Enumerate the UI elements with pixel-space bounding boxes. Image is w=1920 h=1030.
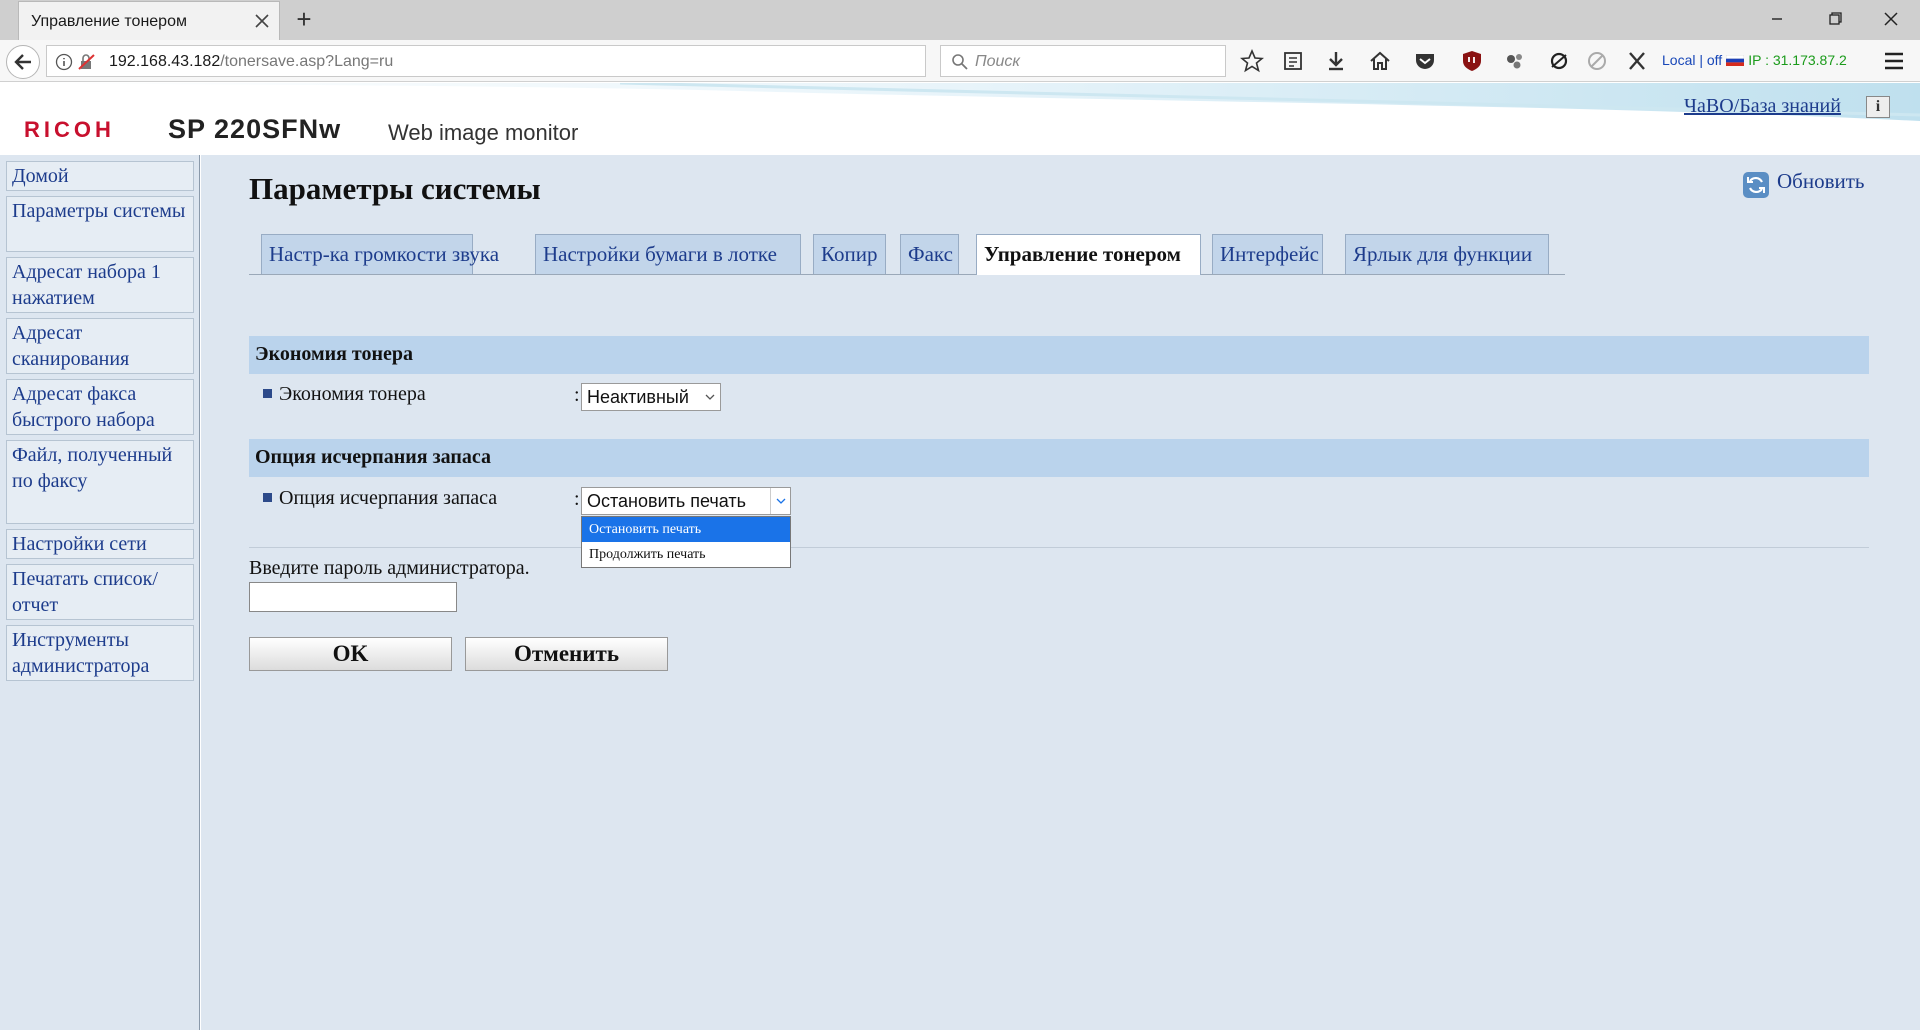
field-label-toner-save: Экономия тонера xyxy=(279,383,426,405)
ip-address: IP : 31.173.87.2 xyxy=(1748,52,1847,68)
close-tab-icon[interactable] xyxy=(251,10,273,32)
info-badge[interactable]: i xyxy=(1866,96,1890,118)
russia-flag-icon xyxy=(1726,55,1745,66)
restore-window-icon[interactable] xyxy=(1820,6,1850,32)
sync-extension-icon[interactable] xyxy=(1547,49,1571,73)
near-end-option-value: Остановить печать xyxy=(587,491,747,511)
chevron-down-icon[interactable] xyxy=(770,488,790,514)
field-colon: : xyxy=(574,488,580,510)
sidebar-item-system-settings[interactable]: Параметры системы xyxy=(6,196,194,252)
home-icon[interactable] xyxy=(1368,49,1392,73)
refresh-icon xyxy=(1743,172,1769,198)
sidebar-item-speed-dial-fax[interactable]: Адресат факса быстрого набора xyxy=(6,379,194,435)
url-text: 192.168.43.182/tonersave.asp?Lang=ru xyxy=(109,53,393,71)
field-colon: : xyxy=(574,384,580,406)
close-window-icon[interactable] xyxy=(1876,6,1906,32)
pocket-icon[interactable] xyxy=(1413,49,1437,73)
password-label: Введите пароль администратора. xyxy=(249,557,530,579)
x-extension-icon[interactable] xyxy=(1625,49,1649,73)
browser-tab-strip: Управление тонером + xyxy=(0,0,1920,40)
ip-local-status: Local | off xyxy=(1662,52,1723,68)
minimize-window-icon[interactable] xyxy=(1762,6,1792,32)
blocked-extension-icon[interactable] xyxy=(1585,49,1609,73)
bookmark-star-icon[interactable] xyxy=(1240,49,1264,73)
tab-tray-paper[interactable]: Настройки бумаги в лотке xyxy=(535,234,801,274)
field-row-near-end-option: Опция исчерпания запаса xyxy=(263,487,497,510)
tab-function-shortcut[interactable]: Ярлык для функции xyxy=(1345,234,1549,274)
extension-molecule-icon[interactable] xyxy=(1503,49,1527,73)
back-arrow-icon[interactable] xyxy=(6,45,40,79)
tab-copier[interactable]: Копир xyxy=(813,234,886,274)
url-path: /tonersave.asp?Lang=ru xyxy=(220,53,394,70)
page-header: RICOH SP 220SFNw Web image monitor ЧаВО/… xyxy=(0,83,1920,155)
section-header-near-end-option: Опция исчерпания запаса xyxy=(249,439,1869,477)
new-tab-button[interactable]: + xyxy=(290,6,318,34)
tab-toner-management[interactable]: Управление тонером xyxy=(976,234,1201,275)
search-input[interactable]: Поиск xyxy=(940,45,1226,77)
search-icon xyxy=(951,53,969,71)
tab-fax[interactable]: Факс xyxy=(900,234,959,274)
faq-link[interactable]: ЧаВО/База знаний xyxy=(1684,95,1841,118)
tab-sound-volume[interactable]: Настр-ка громкости звука xyxy=(261,234,499,274)
refresh-label: Обновить xyxy=(1777,169,1865,193)
field-row-toner-save: Экономия тонера xyxy=(263,383,426,406)
browser-toolbar: 192.168.43.182/tonersave.asp?Lang=ru Пои… xyxy=(0,40,1920,82)
ublock-icon[interactable] xyxy=(1460,49,1484,73)
section-header-toner-save: Экономия тонера xyxy=(249,336,1869,374)
page-title: Параметры системы xyxy=(249,171,541,206)
sidebar-item-network-settings[interactable]: Настройки сети xyxy=(6,529,194,559)
model-name: SP 220SFNw xyxy=(168,114,342,144)
browser-tab[interactable]: Управление тонером xyxy=(18,1,280,40)
address-bar[interactable]: 192.168.43.182/tonersave.asp?Lang=ru xyxy=(46,45,961,77)
near-end-option-select[interactable]: Остановить печать xyxy=(581,487,791,515)
insecure-connection-icon[interactable] xyxy=(77,53,97,71)
tabs-baseline xyxy=(249,274,1565,275)
ok-button[interactable]: OK xyxy=(249,637,452,671)
search-placeholder: Поиск xyxy=(975,53,1020,70)
tab-interface[interactable]: Интерфейс xyxy=(1212,234,1323,274)
form-divider xyxy=(249,547,1869,548)
bullet-square xyxy=(263,389,272,398)
main-content: Параметры системы Обновить Настр-ка гром… xyxy=(201,155,1920,1030)
near-end-option-dropdown-list: Остановить печать Продолжить печать xyxy=(581,516,791,568)
dropdown-option-stop-printing[interactable]: Остановить печать xyxy=(582,517,790,542)
sidebar-item-admin-tools[interactable]: Инструменты администратора xyxy=(6,625,194,681)
browser-tab-title: Управление тонером xyxy=(31,13,187,30)
sidebar-item-fax-received-file[interactable]: Файл, полученный по факсу xyxy=(6,440,194,524)
url-host: 192.168.43.182 xyxy=(109,53,221,70)
sidebar-item-one-touch-destination[interactable]: Адресат набора 1 нажатием xyxy=(6,257,194,313)
toner-save-select[interactable]: Неактивный xyxy=(581,383,721,411)
reading-list-icon[interactable] xyxy=(1281,49,1305,73)
bullet-square xyxy=(263,493,272,502)
product-name: Web image monitor xyxy=(388,120,579,145)
sidebar-item-home[interactable]: Домой xyxy=(6,161,194,191)
sidebar-item-print-list-report[interactable]: Печатать список/отчет xyxy=(6,564,194,620)
info-icon[interactable] xyxy=(55,53,73,71)
ip-info[interactable]: Local | off IP : 31.173.87.2 xyxy=(1662,52,1847,68)
sidebar-item-scan-destination[interactable]: Адресат сканирования xyxy=(6,318,194,374)
ricoh-logo: RICOH xyxy=(24,117,115,142)
sidebar: Домой Параметры системы Адресат набора 1… xyxy=(0,155,200,1030)
cancel-button[interactable]: Отменить xyxy=(465,637,668,671)
dropdown-option-continue-printing[interactable]: Продолжить печать xyxy=(582,542,790,567)
toner-save-value: Неактивный xyxy=(587,387,689,407)
field-label-near-end-option: Опция исчерпания запаса xyxy=(279,487,498,509)
chevron-down-icon xyxy=(700,384,720,410)
download-icon[interactable] xyxy=(1324,49,1348,73)
hamburger-menu-icon[interactable] xyxy=(1882,49,1906,73)
admin-password-input[interactable] xyxy=(249,582,457,612)
